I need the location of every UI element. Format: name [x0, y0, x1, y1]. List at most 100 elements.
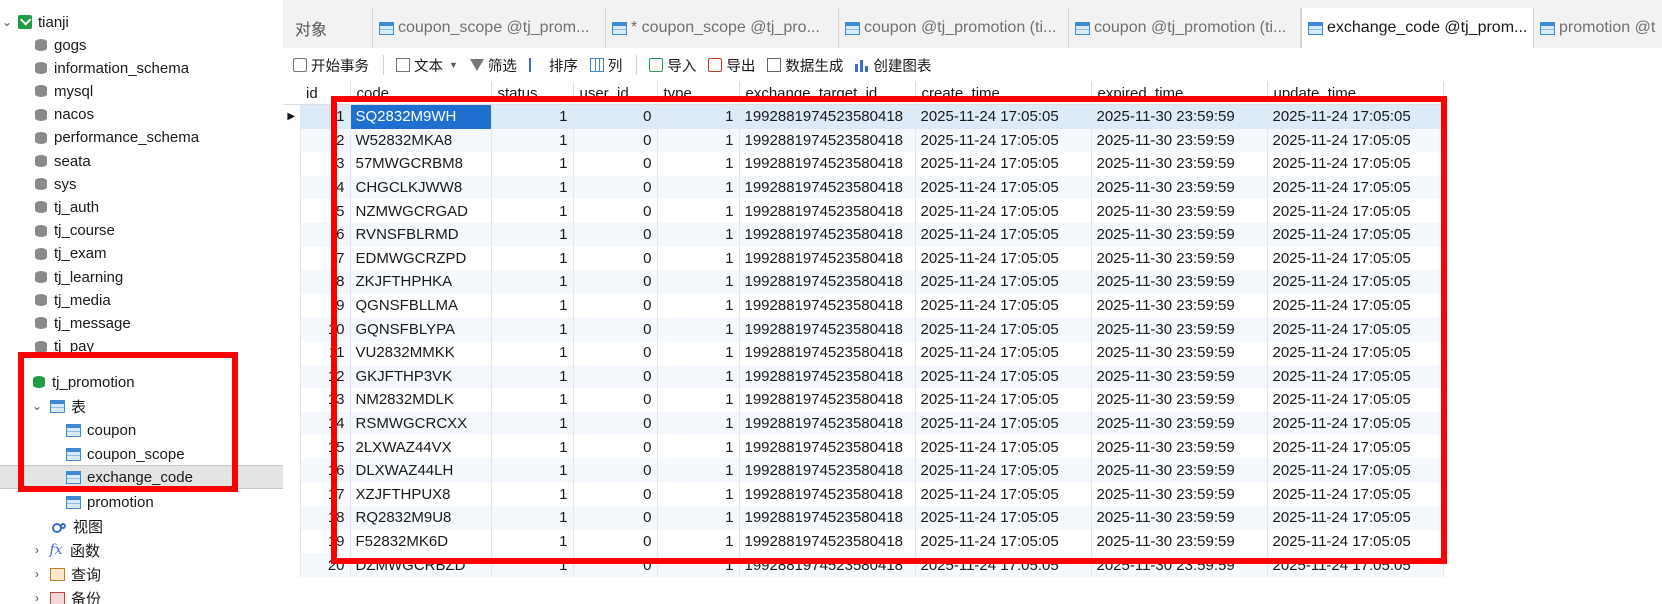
chevron-down-icon[interactable]: ⌄ — [14, 375, 28, 389]
cell-code[interactable]: NZMWGCRGAD — [350, 199, 492, 223]
tree-table-exchange_code[interactable]: exchange_code — [0, 465, 283, 489]
cell-status[interactable]: 1 — [491, 128, 574, 153]
cell-user_id[interactable]: 0 — [573, 104, 658, 129]
cell-id[interactable]: 13 — [300, 388, 351, 412]
cell-exchange_target_id[interactable]: 1992881974523580418 — [739, 506, 916, 530]
cell-update_time[interactable]: 2025-11-24 17:05:05 — [1267, 199, 1444, 223]
column-header-update_time[interactable]: update_time — [1267, 82, 1444, 105]
cell-exchange_target_id[interactable]: 1992881974523580418 — [739, 482, 916, 507]
cell-code[interactable]: ZKJFTHPHKA — [350, 270, 492, 294]
cell-type[interactable]: 1 — [657, 128, 740, 153]
tree-db-sys[interactable]: sys — [0, 172, 283, 196]
tree-db-mysql[interactable]: mysql — [0, 79, 283, 103]
cell-id[interactable]: 5 — [300, 199, 351, 223]
filter-button[interactable]: 筛选 — [469, 55, 517, 76]
cell-update_time[interactable]: 2025-11-24 17:05:05 — [1267, 152, 1444, 176]
tree-db-performance_schema[interactable]: performance_schema — [0, 126, 283, 150]
cell-status[interactable]: 1 — [491, 364, 574, 389]
row-marker[interactable]: ▶ — [283, 104, 301, 129]
cell-code[interactable]: 2LXWAZ44VX — [350, 435, 492, 459]
table-row[interactable]: 2 W52832MKA8 1 0 1 1992881974523580418 2025-11… — [283, 128, 1444, 153]
cell-id[interactable]: 14 — [300, 411, 351, 436]
cell-status[interactable]: 1 — [491, 388, 574, 412]
cell-create_time[interactable]: 2025-11-24 17:05:05 — [915, 553, 1092, 577]
cell-user_id[interactable]: 0 — [573, 270, 658, 294]
table-row[interactable]: 3 57MWGCRBM8 1 0 1 1992881974523580418 2025-11… — [283, 152, 1444, 176]
cell-user_id[interactable]: 0 — [573, 293, 658, 318]
tree-group-views[interactable]: 视图 — [0, 514, 283, 538]
data-generation-button[interactable]: 数据生成 — [767, 55, 843, 76]
cell-code[interactable]: SQ2832M9WH — [350, 104, 492, 129]
cell-id[interactable]: 9 — [300, 293, 351, 318]
cell-code[interactable]: RSMWGCRCXX — [350, 411, 492, 436]
chevron-down-icon[interactable]: ⌄ — [30, 399, 44, 413]
cell-id[interactable]: 8 — [300, 270, 351, 294]
cell-create_time[interactable]: 2025-11-24 17:05:05 — [915, 482, 1092, 507]
cell-type[interactable]: 1 — [657, 482, 740, 507]
cell-create_time[interactable]: 2025-11-24 17:05:05 — [915, 104, 1092, 129]
cell-expired_time[interactable]: 2025-11-30 23:59:59 — [1091, 553, 1268, 577]
cell-expired_time[interactable]: 2025-11-30 23:59:59 — [1091, 458, 1268, 483]
cell-create_time[interactable]: 2025-11-24 17:05:05 — [915, 128, 1092, 153]
cell-update_time[interactable]: 2025-11-24 17:05:05 — [1267, 388, 1444, 412]
table-row[interactable]: 12 GKJFTHP3VK 1 0 1 1992881974523580418 2025-1… — [283, 364, 1444, 389]
cell-create_time[interactable]: 2025-11-24 17:05:05 — [915, 152, 1092, 176]
cell-update_time[interactable]: 2025-11-24 17:05:05 — [1267, 340, 1444, 365]
table-row[interactable]: 7 EDMWGCRZPD 1 0 1 1992881974523580418 2025-11… — [283, 246, 1444, 271]
tab-coupon-scope-2[interactable]: * coupon_scope @tj_pro... — [606, 8, 839, 48]
cell-code[interactable]: EDMWGCRZPD — [350, 246, 492, 271]
cell-status[interactable]: 1 — [491, 458, 574, 483]
cell-status[interactable]: 1 — [491, 317, 574, 341]
cell-id[interactable]: 16 — [300, 458, 351, 483]
column-header-create_time[interactable]: create_time — [915, 82, 1092, 105]
tree-db-gogs[interactable]: gogs — [0, 33, 283, 57]
cell-code[interactable]: F52832MK6D — [350, 529, 492, 554]
cell-update_time[interactable]: 2025-11-24 17:05:05 — [1267, 128, 1444, 153]
cell-exchange_target_id[interactable]: 1992881974523580418 — [739, 199, 916, 223]
cell-create_time[interactable]: 2025-11-24 17:05:05 — [915, 270, 1092, 294]
column-header-user_id[interactable]: user_id — [573, 82, 658, 105]
table-row[interactable]: ▶ 1 SQ2832M9WH 1 0 1 1992881974523580418 2025-1… — [283, 104, 1444, 129]
cell-expired_time[interactable]: 2025-11-30 23:59:59 — [1091, 317, 1268, 341]
cell-type[interactable]: 1 — [657, 364, 740, 389]
cell-id[interactable]: 3 — [300, 152, 351, 176]
cell-exchange_target_id[interactable]: 1992881974523580418 — [739, 435, 916, 459]
tree-db-tj_learning[interactable]: tj_learning — [0, 265, 283, 289]
cell-type[interactable]: 1 — [657, 270, 740, 294]
cell-expired_time[interactable]: 2025-11-30 23:59:59 — [1091, 529, 1268, 554]
chevron-right-icon[interactable]: › — [30, 591, 44, 604]
column-header-code[interactable]: code — [350, 82, 492, 105]
cell-update_time[interactable]: 2025-11-24 17:05:05 — [1267, 458, 1444, 483]
cell-expired_time[interactable]: 2025-11-30 23:59:59 — [1091, 364, 1268, 389]
cell-expired_time[interactable]: 2025-11-30 23:59:59 — [1091, 411, 1268, 436]
row-marker[interactable] — [283, 199, 301, 223]
chevron-right-icon[interactable]: › — [30, 543, 44, 557]
tree-db-tj_message[interactable]: tj_message — [0, 311, 283, 335]
cell-expired_time[interactable]: 2025-11-30 23:59:59 — [1091, 175, 1268, 200]
cell-expired_time[interactable]: 2025-11-30 23:59:59 — [1091, 388, 1268, 412]
cell-user_id[interactable]: 0 — [573, 482, 658, 507]
cell-code[interactable]: GKJFTHP3VK — [350, 364, 492, 389]
begin-transaction-button[interactable]: 开始事务 — [293, 55, 369, 76]
cell-update_time[interactable]: 2025-11-24 17:05:05 — [1267, 529, 1444, 554]
tree-db-tj_pay[interactable]: tj_pay — [0, 335, 283, 359]
tab-coupon-2[interactable]: coupon @tj_promotion (ti... — [1069, 8, 1301, 48]
tree-group-functions[interactable]: › fx 函数 — [0, 538, 283, 562]
cell-user_id[interactable]: 0 — [573, 506, 658, 530]
cell-type[interactable]: 1 — [657, 246, 740, 271]
cell-id[interactable]: 17 — [300, 482, 351, 507]
cell-type[interactable]: 1 — [657, 388, 740, 412]
cell-user_id[interactable]: 0 — [573, 364, 658, 389]
table-row[interactable]: 16 DLXWAZ44LH 1 0 1 1992881974523580418 2025-1… — [283, 458, 1444, 483]
cell-code[interactable]: RQ2832M9U8 — [350, 506, 492, 530]
cell-user_id[interactable]: 0 — [573, 128, 658, 153]
tree-table-coupon_scope[interactable]: coupon_scope — [0, 442, 283, 466]
cell-user_id[interactable]: 0 — [573, 152, 658, 176]
row-marker[interactable] — [283, 340, 301, 365]
cell-update_time[interactable]: 2025-11-24 17:05:05 — [1267, 222, 1444, 247]
cell-status[interactable]: 1 — [491, 435, 574, 459]
cell-create_time[interactable]: 2025-11-24 17:05:05 — [915, 458, 1092, 483]
cell-status[interactable]: 1 — [491, 529, 574, 554]
export-button[interactable]: 导出 — [708, 55, 755, 76]
cell-expired_time[interactable]: 2025-11-30 23:59:59 — [1091, 128, 1268, 153]
